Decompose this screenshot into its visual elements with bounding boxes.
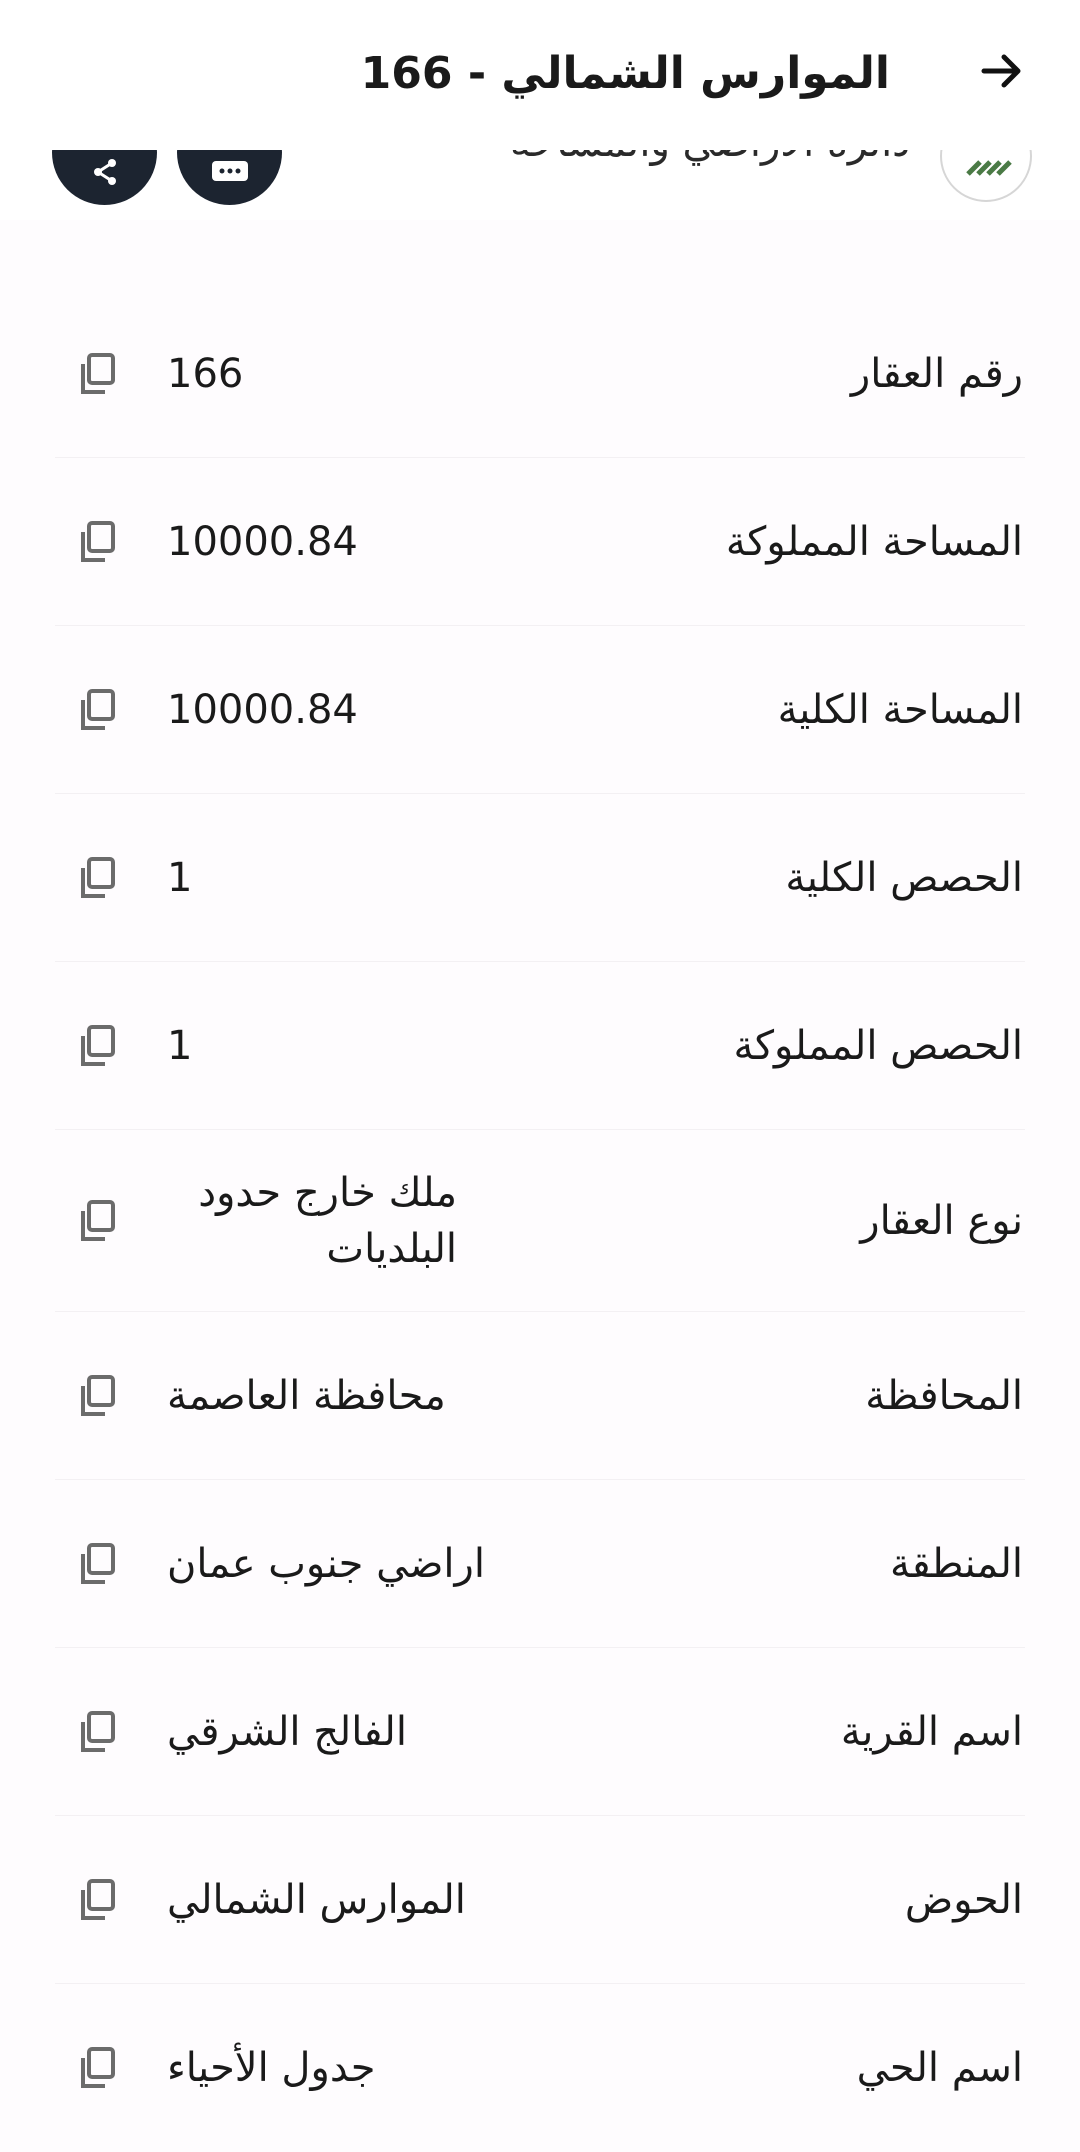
detail-row-total-shares: 1 الحصص الكلية: [55, 794, 1025, 962]
property-details-list: 166 رقم العقار 10000.84 المساحة المملوكة…: [55, 290, 1025, 2152]
copy-icon: [81, 1542, 115, 1584]
copy-icon: [81, 856, 115, 898]
copy-button[interactable]: [67, 680, 127, 740]
chat-icon: [211, 161, 248, 181]
detail-row-neighborhood-name: جدول الأحياء اسم الحي: [55, 1984, 1025, 2152]
detail-value: الفالج الشرقي: [167, 1708, 407, 1755]
arrow-right-icon: [981, 54, 1021, 88]
detail-label: نوع العقار: [860, 1197, 1023, 1244]
copy-icon: [81, 2047, 115, 2088]
detail-row-village-name: الفالج الشرقي اسم القرية: [55, 1648, 1025, 1816]
detail-value: 10000.84: [167, 518, 358, 565]
copy-button[interactable]: [67, 1366, 127, 1426]
detail-row-total-area: 10000.84 المساحة الكلية: [55, 626, 1025, 794]
app-bar: الموارس الشمالي - 166: [0, 0, 1080, 150]
copy-button[interactable]: [67, 512, 127, 572]
detail-value: 1: [167, 854, 193, 901]
copy-button[interactable]: [67, 1534, 127, 1594]
detail-row-basin: الموارس الشمالي الحوض: [55, 1816, 1025, 1984]
copy-icon: [81, 352, 115, 394]
detail-label: رقم العقار: [850, 350, 1023, 397]
detail-value: محافظة العاصمة: [167, 1372, 446, 1419]
detail-value: جدول الأحياء: [167, 2045, 376, 2091]
detail-value: الموارس الشمالي: [167, 1876, 466, 1923]
detail-label: المحافظة: [865, 1372, 1023, 1419]
page-title-name: الموارس الشمالي: [501, 48, 890, 99]
detail-label: المساحة المملوكة: [725, 518, 1023, 565]
detail-value: ملك خارج حدود البلديات: [198, 1169, 457, 1272]
detail-label: الحصص المملوكة: [733, 1022, 1023, 1069]
copy-icon: [81, 1199, 115, 1241]
copy-button[interactable]: [67, 1016, 127, 1076]
detail-row-owned-shares: 1 الحصص المملوكة: [55, 962, 1025, 1130]
copy-icon: [81, 1374, 115, 1416]
detail-label: اسم القرية: [840, 1708, 1023, 1755]
detail-row-property-number: 166 رقم العقار: [55, 290, 1025, 458]
copy-icon: [81, 1878, 115, 1920]
back-button[interactable]: [969, 38, 1035, 104]
copy-icon: [81, 688, 115, 730]
page-title: الموارس الشمالي - 166: [361, 44, 890, 104]
detail-label: المساحة الكلية: [777, 686, 1023, 733]
copy-icon: [81, 1024, 115, 1066]
detail-label: اسم الحي: [856, 2045, 1023, 2091]
copy-button[interactable]: [67, 1870, 127, 1930]
copy-button[interactable]: [67, 1702, 127, 1762]
copy-button[interactable]: [67, 1191, 127, 1251]
page-title-separator: -: [452, 48, 502, 99]
copy-icon: [81, 520, 115, 562]
detail-row-governorate: محافظة العاصمة المحافظة: [55, 1312, 1025, 1480]
detail-label: الحصص الكلية: [785, 854, 1023, 901]
detail-row-region: اراضي جنوب عمان المنطقة: [55, 1480, 1025, 1648]
copy-button[interactable]: [67, 344, 127, 404]
detail-label: الحوض: [904, 1876, 1023, 1923]
copy-button[interactable]: [67, 848, 127, 908]
detail-row-owned-area: 10000.84 المساحة المملوكة: [55, 458, 1025, 626]
detail-label: المنطقة: [890, 1540, 1023, 1587]
copy-icon: [81, 1710, 115, 1752]
detail-value: 166: [167, 350, 244, 397]
detail-value: اراضي جنوب عمان: [167, 1540, 485, 1587]
detail-value: 10000.84: [167, 686, 358, 733]
share-icon: [93, 159, 116, 185]
detail-row-property-type: ملك خارج حدود البلديات نوع العقار: [55, 1130, 1025, 1312]
detail-value: 1: [167, 1022, 193, 1069]
copy-button[interactable]: [67, 2038, 127, 2098]
page-title-number: 166: [360, 48, 453, 99]
